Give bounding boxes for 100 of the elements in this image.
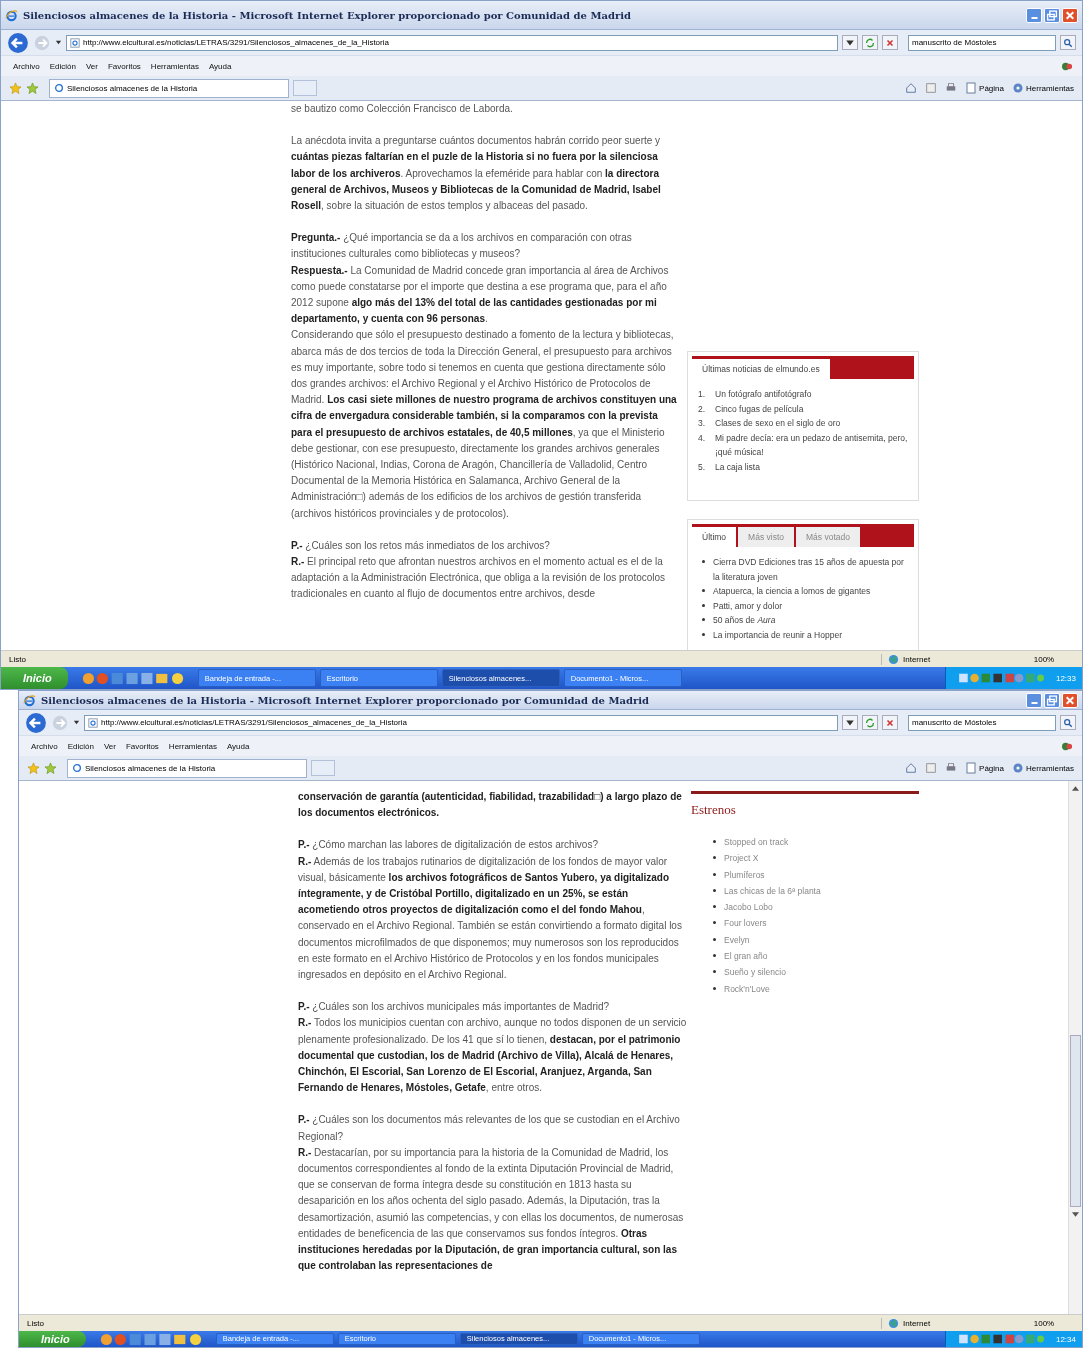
close-button[interactable] [1062,692,1078,708]
search-field[interactable]: manuscrito de Móstoles [908,714,1056,731]
close-icon [1064,694,1076,706]
menu-item[interactable]: Ayuda [222,740,254,752]
stop-icon [885,717,895,728]
news-link[interactable]: Cinco fugas de película [715,401,804,416]
address-field[interactable]: http://www.elcultural.es/noticias/LETRAS/3291/Silenciosos_almacenes_de_la_Historia [66,34,838,51]
bullet-icon [713,905,716,909]
gear-icon [1012,82,1024,94]
minimize-button[interactable] [1026,7,1042,23]
page-icon [965,762,978,774]
menu-item[interactable]: Edición [45,60,80,72]
stop-button[interactable] [882,35,898,50]
window-title: Silenciosos almacenes de la Historia - Microsoft Internet Explorer proporcionado por Comunidad de Madrid [41,694,650,706]
film-link[interactable]: Four lovers [724,915,767,932]
menu-item[interactable]: Edición [63,740,98,752]
restore-icon [1046,694,1058,706]
menu-item[interactable]: Favoritos [103,60,145,72]
menu-item[interactable]: Ver [99,740,120,752]
article-paragraph: P.- ¿Cómo marchan las labores de digitalización de estos archivos? [298,838,599,853]
scrollbar-thumb[interactable] [1070,1035,1081,1207]
article-paragraph: se bautizo como Colección Francisco de Laborda. [291,102,514,116]
page-icon [70,37,80,48]
menu-item[interactable]: Archivo [9,60,44,72]
bullet-icon [713,921,716,925]
back-button[interactable] [7,31,29,54]
restore-icon [1046,9,1058,21]
news-link[interactable]: La importancia de reunir a Hopper [713,627,842,642]
scroll-down-arrow-icon[interactable] [1072,1212,1079,1217]
add-favorite-icon[interactable] [44,761,57,775]
news-link[interactable]: Mi padre decía: era un pedazo de antisemita, pero, ¡qué música! [715,430,908,460]
globe-icon [888,1317,899,1329]
news-link[interactable]: Atapuerca, la ciencia a lomos de gigantes [713,584,871,599]
toolbar-logo-icon [1061,60,1074,72]
bullet-icon [713,937,716,941]
menu-item[interactable]: Ayuda [204,60,236,72]
status-text: Listo [27,1318,45,1328]
zoom-button[interactable]: 100% [1014,653,1074,665]
news-link[interactable]: La caja lista [715,459,760,474]
search-button[interactable] [1060,715,1076,730]
film-link[interactable]: Stopped on track [724,834,789,851]
scroll-up-arrow-icon[interactable] [1072,786,1079,791]
page-icon [72,763,82,773]
page-menu-button[interactable]: Página [965,762,1004,774]
film-link[interactable]: Jacobo Lobo [724,899,773,916]
window-title: Silenciosos almacenes de la Historia - Microsoft Internet Explorer proporcionado por Comunidad de Madrid [23,9,632,21]
add-favorite-icon[interactable] [26,81,39,95]
maximize-button[interactable] [1044,692,1060,708]
page-icon [88,717,98,728]
minimize-button[interactable] [1026,692,1042,708]
news-link[interactable]: Clases de sexo en el siglo de oro [715,416,841,431]
news-link[interactable]: Cierra DVD Ediciones tras 15 años de apuesta por la literatura joven [713,555,908,584]
film-link[interactable]: Las chicas de la 6ª planta [724,882,821,900]
film-link[interactable]: Plumíferos [724,866,765,883]
zoom-button[interactable]: 100% [1014,1317,1074,1329]
list-number: 2. [698,402,707,416]
bullet-icon [713,888,716,892]
film-link[interactable]: Project X [724,850,759,867]
home-icon[interactable] [905,762,918,774]
page-icon [54,83,64,93]
article-paragraph: P.- ¿Cuáles son los documentos más relevantes de los que se custodian en el Archivo Regional? [298,1113,681,1144]
close-button[interactable] [1062,7,1078,23]
tools-menu-button[interactable]: Herramientas [1012,762,1074,774]
news-tab[interactable]: Últimas noticias de elmundo.es [692,359,830,379]
home-icon[interactable] [905,82,918,94]
menu-item[interactable]: Herramientas [146,60,203,72]
back-button[interactable] [25,711,47,734]
menu-item[interactable]: Herramientas [164,740,221,752]
list-number: 4. [698,431,707,445]
browser-tab[interactable]: Silenciosos almacenes de la Historia [49,78,289,98]
news-link[interactable]: Patti, amor y dolor [713,598,782,613]
favorites-star-icon[interactable] [9,81,22,95]
film-link[interactable]: Evelyn [724,931,750,949]
printer-icon[interactable] [945,82,958,94]
menu-item[interactable]: Favoritos [121,740,163,752]
film-link[interactable]: El gran año [724,948,768,965]
bullet-icon [702,560,705,563]
minimize-icon [1030,16,1038,19]
address-dropdown-button[interactable] [842,715,858,730]
favorites-star-icon[interactable] [27,761,40,775]
tools-menu-button[interactable]: Herramientas [1012,82,1074,94]
page-icon [965,82,978,94]
page-menu-button[interactable]: Página [965,82,1004,94]
browser-tab[interactable]: Silenciosos almacenes de la Historia [67,758,307,778]
address-field[interactable]: http://www.elcultural.es/noticias/LETRAS/3291/Silenciosos_almacenes_de_la_Historia [84,714,838,731]
menu-item[interactable]: Archivo [27,740,62,752]
list-number: 5. [698,460,707,474]
search-button[interactable] [1060,35,1076,50]
stop-button[interactable] [882,715,898,730]
film-link[interactable]: Rock'n'Love [724,980,770,997]
maximize-button[interactable] [1044,7,1060,23]
vertical-scrollbar[interactable] [1068,781,1082,1314]
film-link[interactable]: Sueño y silencio [724,964,786,981]
search-field[interactable]: manuscrito de Móstoles [908,34,1056,51]
menu-item[interactable]: Ver [81,60,102,72]
printer-icon[interactable] [945,762,958,774]
news-link[interactable]: Un fotógrafo antifotógrafo [715,387,812,402]
news-link[interactable]: 50 años de Aura [713,613,776,628]
address-dropdown-button[interactable] [842,35,858,50]
news-tab[interactable]: Último [692,527,737,547]
